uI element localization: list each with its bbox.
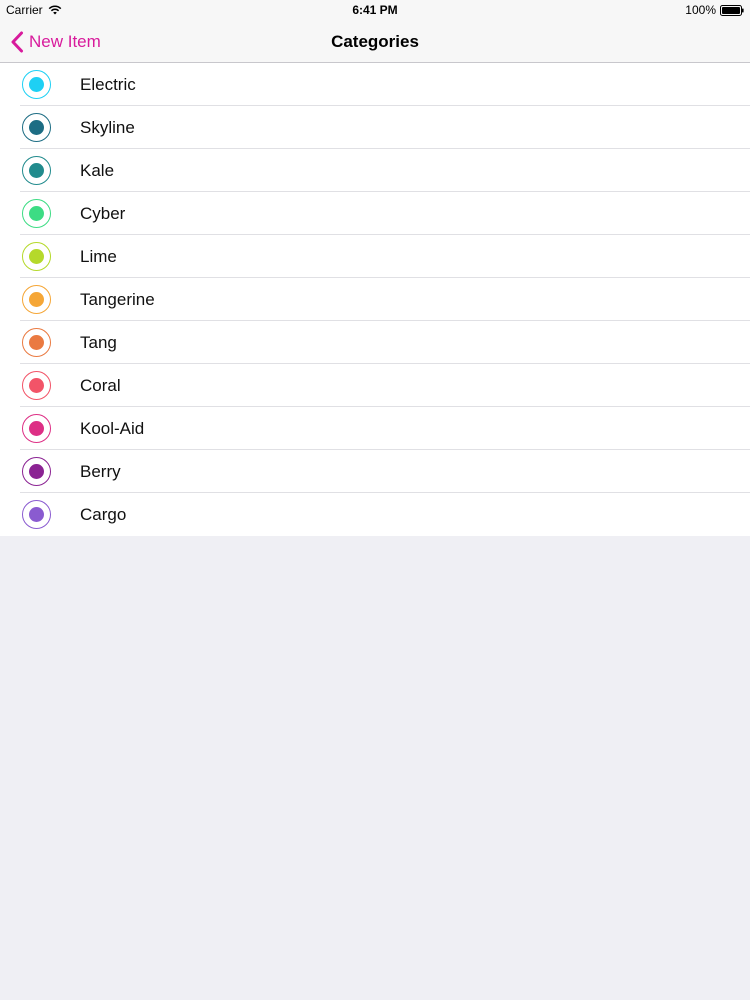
category-row[interactable]: Kool-Aid [0, 407, 750, 450]
battery-percent: 100% [685, 3, 716, 17]
color-swatch-icon [22, 156, 51, 185]
category-row[interactable]: Berry [0, 450, 750, 493]
status-bar: Carrier 6:41 PM 100% [0, 0, 750, 20]
category-row[interactable]: Cargo [0, 493, 750, 536]
color-swatch-icon [22, 328, 51, 357]
category-row[interactable]: Kale [0, 149, 750, 192]
category-row[interactable]: Coral [0, 364, 750, 407]
category-name: Tang [80, 333, 117, 352]
color-swatch-dot [29, 464, 44, 479]
navigation-bar: New Item Categories [0, 20, 750, 63]
category-row[interactable]: Tang [0, 321, 750, 364]
battery-icon [720, 4, 744, 16]
page-title: Categories [331, 32, 419, 51]
color-swatch-icon [22, 70, 51, 99]
category-name: Skyline [80, 118, 135, 137]
color-swatch-icon [22, 500, 51, 529]
category-name: Coral [80, 376, 121, 395]
category-name: Cargo [80, 505, 127, 524]
color-swatch-dot [29, 120, 44, 135]
category-name: Electric [80, 75, 136, 94]
category-name: Cyber [80, 204, 126, 223]
color-swatch-icon [22, 199, 51, 228]
color-swatch-dot [29, 206, 44, 221]
color-swatch-dot [29, 292, 44, 307]
color-swatch-dot [29, 378, 44, 393]
category-list: Electric Skyline Kale Cyber Lime Tangerine Tan… [0, 63, 750, 536]
category-row[interactable]: Lime [0, 235, 750, 278]
category-name: Kale [80, 161, 115, 180]
color-swatch-dot [29, 421, 44, 436]
screen: Carrier 6:41 PM 100% New Item Categories [0, 0, 750, 1000]
color-swatch-icon [22, 285, 51, 314]
color-swatch-icon [22, 457, 51, 486]
category-name: Lime [80, 247, 117, 266]
status-right: 100% [685, 3, 744, 17]
category-name: Tangerine [80, 290, 155, 309]
color-swatch-dot [29, 507, 44, 522]
color-swatch-dot [29, 163, 44, 178]
category-name: Kool-Aid [80, 419, 145, 438]
color-swatch-icon [22, 371, 51, 400]
color-swatch-icon [22, 113, 51, 142]
color-swatch-dot [29, 77, 44, 92]
color-swatch-dot [29, 249, 44, 264]
color-swatch-dot [29, 335, 44, 350]
category-row[interactable]: Tangerine [0, 278, 750, 321]
category-row[interactable]: Cyber [0, 192, 750, 235]
category-row[interactable]: Electric [0, 63, 750, 106]
color-swatch-icon [22, 242, 51, 271]
color-swatch-icon [22, 414, 51, 443]
category-name: Berry [80, 462, 121, 481]
category-row[interactable]: Skyline [0, 106, 750, 149]
status-time: 6:41 PM [352, 3, 398, 17]
